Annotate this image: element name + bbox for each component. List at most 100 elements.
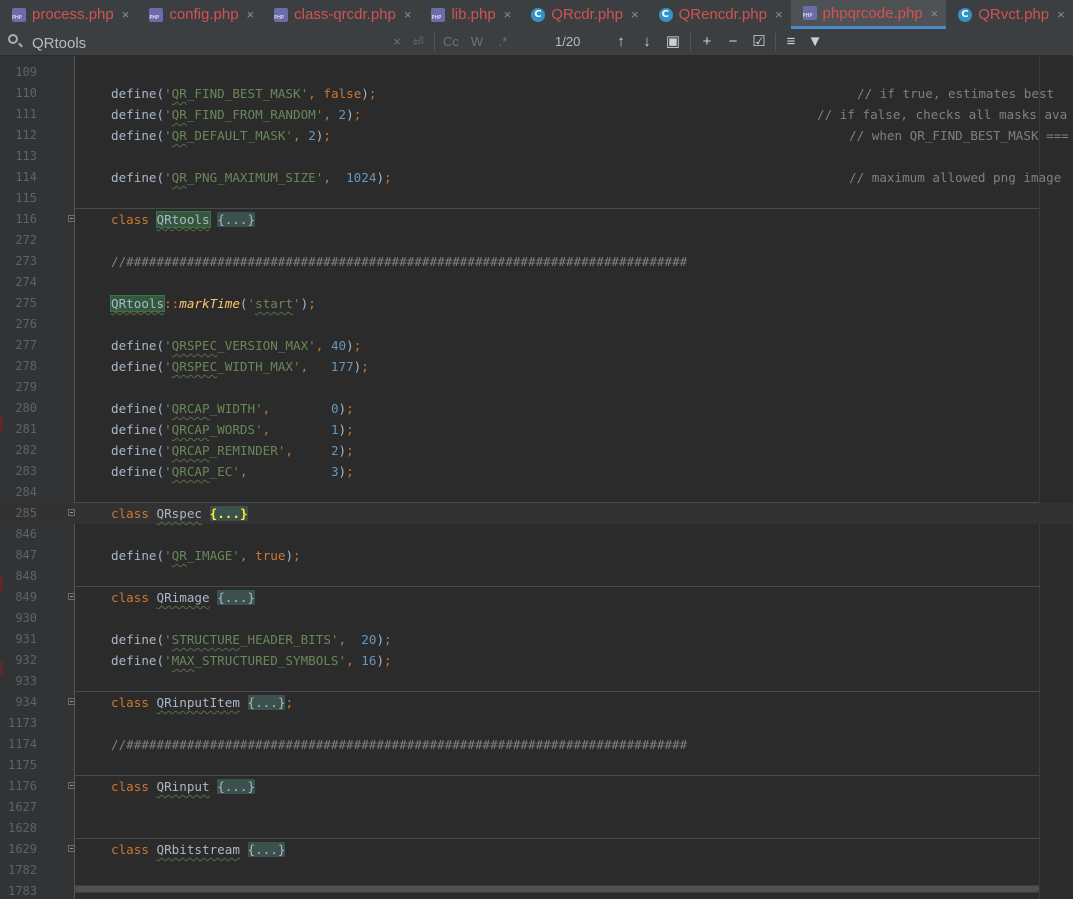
new-line-icon[interactable]: ⏎ (410, 33, 426, 51)
code-line[interactable]: 848 (0, 566, 1073, 587)
line-number: 933 (15, 674, 37, 688)
code-line[interactable]: 273 //###################################… (0, 251, 1073, 272)
close-icon[interactable]: × (404, 7, 412, 22)
tab-phpqrcode[interactable]: phpqrcode.php × (790, 0, 947, 29)
tab-label: QRencdr.php (678, 6, 767, 23)
words-button[interactable]: W (468, 33, 486, 51)
line-number: 931 (15, 632, 37, 646)
code-text: define('QRCAP_REMINDER', 2); (111, 443, 354, 458)
code-line[interactable]: 115 (0, 188, 1073, 209)
fold-toggle-icon[interactable] (68, 215, 75, 222)
line-number: 849 (15, 590, 37, 604)
code-line[interactable]: 111 define('QR_FIND_FROM_RANDOM', 2); // i… (0, 104, 1073, 125)
code-line[interactable]: 1174 //##################################… (0, 734, 1073, 755)
close-icon[interactable]: × (931, 6, 939, 21)
code-line[interactable]: 114 define('QR_PNG_MAXIMUM_SIZE', 1024); /… (0, 167, 1073, 188)
code-line[interactable]: 285 class QRspec {...} (0, 503, 1073, 524)
code-line[interactable]: 280 define('QRCAP_WIDTH', 0); (0, 398, 1073, 419)
code-line[interactable]: 1173 (0, 713, 1073, 734)
line-number: 1782 (8, 863, 37, 877)
code-line[interactable]: 930 (0, 608, 1073, 629)
fold-toggle-icon[interactable] (68, 509, 75, 516)
horizontal-scrollbar-thumb[interactable] (75, 886, 1039, 892)
code-line[interactable]: 1175 (0, 755, 1073, 776)
line-number: 932 (15, 653, 37, 667)
tab-qrvct[interactable]: QRvct.php × (946, 0, 1072, 29)
code-line[interactable]: 276 (0, 314, 1073, 335)
close-icon[interactable]: × (631, 7, 639, 22)
filter-icon[interactable]: ▼ (805, 32, 825, 52)
code-line[interactable]: 278 define('QRSPEC_WIDTH_MAX', 177); (0, 356, 1073, 377)
code-line[interactable]: 849 class QRimage {...} (0, 587, 1073, 608)
code-line[interactable]: 933 (0, 671, 1073, 692)
code-line[interactable]: 932 define('MAX_STRUCTURED_SYMBOLS', 16); (0, 650, 1073, 671)
filter-options-icon[interactable]: ≡ (781, 32, 801, 52)
tab-config[interactable]: config.php × (137, 0, 262, 29)
find-bar: × ⏎ Cc W .* 1/20 ↑ ↓ ▣ + − ☑ ≡ ▼ (0, 29, 1073, 56)
tab-process[interactable]: process.php × (0, 0, 137, 29)
match-case-button[interactable]: Cc (441, 33, 461, 51)
fold-toggle-icon[interactable] (68, 593, 75, 600)
code-line[interactable]: 274 (0, 272, 1073, 293)
regex-button[interactable]: .* (494, 33, 512, 51)
code-line[interactable]: 931 define('STRUCTURE_HEADER_BITS', 20); (0, 629, 1073, 650)
code-text: define('QRCAP_WIDTH', 0); (111, 401, 354, 416)
code-line[interactable]: 846 (0, 524, 1073, 545)
code-line[interactable]: 281 define('QRCAP_WORDS', 1); (0, 419, 1073, 440)
code-line[interactable]: 109 (0, 62, 1073, 83)
fold-toggle-icon[interactable] (68, 698, 75, 705)
search-icon[interactable] (8, 34, 18, 44)
line-number: 113 (15, 149, 37, 163)
code-line[interactable]: 284 (0, 482, 1073, 503)
code-line[interactable]: 847 define('QR_IMAGE', true); (0, 545, 1073, 566)
php-file-icon (12, 7, 26, 22)
code-line[interactable]: 110 define('QR_FIND_BEST_MASK', false); //… (0, 83, 1073, 104)
code-line[interactable]: 116 class QRtools {...} (0, 209, 1073, 230)
editor-tab-bar: process.php×config.php×class-qrcdr.php×l… (0, 0, 1073, 30)
select-all-occurrences-icon[interactable]: ▣ (663, 32, 683, 52)
arrow-up-icon[interactable]: ↑ (611, 32, 631, 52)
fold-toggle-icon[interactable] (68, 845, 75, 852)
search-input[interactable] (30, 31, 374, 55)
add-selection-icon[interactable]: + (697, 32, 717, 52)
close-icon[interactable]: × (122, 7, 130, 22)
code-line[interactable]: 112 define('QR_DEFAULT_MASK', 2); // when … (0, 125, 1073, 146)
line-number: 1173 (8, 716, 37, 730)
select-all-icon[interactable]: ☑ (749, 32, 769, 52)
line-number: 283 (15, 464, 37, 478)
code-line[interactable]: 1627 (0, 797, 1073, 818)
close-icon[interactable]: × (504, 7, 512, 22)
code-line[interactable]: 283 define('QRCAP_EC', 3); (0, 461, 1073, 482)
tab-class-qrcdr[interactable]: class-qrcdr.php × (262, 0, 419, 29)
clear-search-icon[interactable]: × (390, 33, 404, 51)
code-line[interactable]: 1176 class QRinput {...} (0, 776, 1073, 797)
code-line[interactable]: 279 (0, 377, 1073, 398)
tab-lib[interactable]: lib.php × (419, 0, 519, 29)
arrow-down-icon[interactable]: ↓ (637, 32, 657, 52)
code-line[interactable]: 1782 (0, 860, 1073, 881)
tab-qrcdr[interactable]: QRcdr.php × (519, 0, 646, 29)
close-icon[interactable]: × (247, 7, 255, 22)
code-line[interactable]: 275 QRtools::markTime('start'); (0, 293, 1073, 314)
remove-selection-icon[interactable]: − (723, 32, 743, 52)
code-comment: // if true, estimates best (857, 86, 1055, 101)
code-text: class QRspec {...} (111, 506, 248, 521)
close-icon[interactable]: × (1057, 7, 1065, 22)
tab-qrencdr[interactable]: QRencdr.php × (647, 0, 791, 29)
code-line[interactable]: 1628 (0, 818, 1073, 839)
code-line[interactable]: 277 define('QRSPEC_VERSION_MAX', 40); (0, 335, 1073, 356)
close-icon[interactable]: × (775, 7, 783, 22)
line-number: 1783 (8, 884, 37, 898)
fold-toggle-icon[interactable] (68, 782, 75, 789)
code-line[interactable]: 113 (0, 146, 1073, 167)
line-number: 846 (15, 527, 37, 541)
code-text: define('QRCAP_EC', 3); (111, 464, 354, 479)
code-line[interactable]: 1629 class QRbitstream {...} (0, 839, 1073, 860)
code-line[interactable]: 934 class QRinputItem {...}; (0, 692, 1073, 713)
php-file-icon (274, 7, 289, 22)
code-line[interactable]: 272 (0, 230, 1073, 251)
code-editor[interactable]: 109 110 define('QR_FIND_BEST_MASK', false)… (0, 56, 1073, 899)
line-number: 273 (15, 254, 37, 268)
code-line[interactable]: 282 define('QRCAP_REMINDER', 2); (0, 440, 1073, 461)
code-text: define('QR_FIND_BEST_MASK', false); (111, 86, 377, 101)
